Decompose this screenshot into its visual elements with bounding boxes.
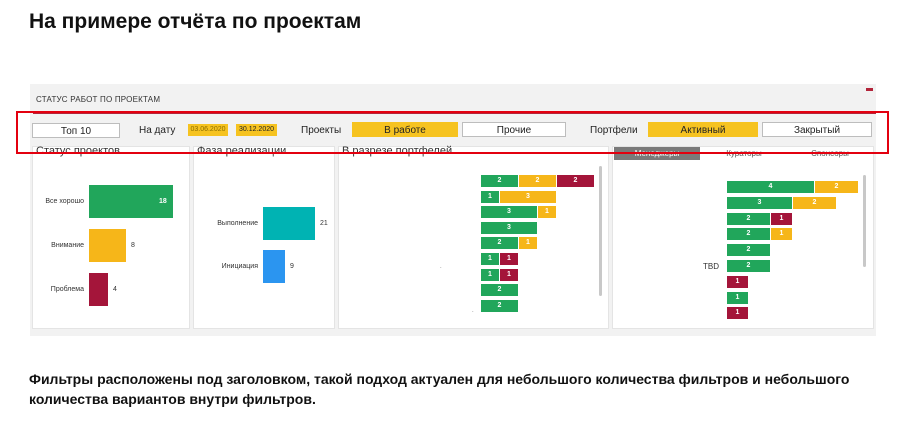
portfolio-segment: 1 (538, 206, 556, 219)
status-bar-value: 8 (131, 242, 135, 249)
portfolio-dot-mark-2: . (472, 308, 474, 314)
status-bar-label: Все хорошо (45, 198, 84, 205)
report-accent-mark (866, 88, 873, 91)
manager-segment: 2 (793, 196, 836, 209)
portfolio-segment: 1 (500, 268, 518, 281)
manager-segment: 3 (727, 196, 792, 209)
portfolio-segment: 1 (519, 237, 537, 250)
status-bar-label: Проблема (50, 286, 84, 293)
portfolio-segment: 1 (500, 253, 518, 265)
phase-bar (263, 207, 315, 240)
portfolio-scrollbar[interactable] (599, 166, 602, 296)
portfolio-segment: 2 (481, 175, 518, 187)
portfolio-segment: 2 (557, 175, 594, 187)
status-bar (89, 273, 108, 306)
manager-segment: 2 (727, 244, 770, 257)
manager-segment: 2 (727, 212, 770, 225)
status-bar-value: 4 (113, 286, 117, 293)
portfolio-segment: 3 (481, 221, 537, 234)
status-bar-label: Внимание (51, 242, 84, 249)
caption-text: Фильтры расположены под заголовком, тако… (29, 371, 850, 407)
manager-segment: 4 (727, 181, 814, 193)
portfolio-dot-mark: . (440, 264, 442, 270)
report-title: СТАТУС РАБОТ ПО ПРОЕКТАМ (36, 95, 161, 104)
portfolio-segment: 1 (481, 268, 499, 281)
tbd-label: TBD (703, 262, 719, 271)
portfolio-segment: 1 (481, 190, 499, 203)
portfolio-segment: 2 (519, 175, 556, 187)
manager-segment: 1 (727, 275, 748, 288)
phase-bar-value: 9 (290, 263, 294, 270)
portfolio-panel (338, 146, 609, 329)
status-bar-value: 18 (159, 198, 167, 205)
filters-highlight-frame (16, 111, 889, 154)
status-bar (89, 229, 126, 262)
manager-segment: 2 (727, 260, 770, 272)
portfolio-segment: 2 (481, 299, 518, 312)
manager-segment: 1 (727, 307, 748, 320)
managers-scrollbar[interactable] (863, 175, 866, 267)
portfolio-segment: 2 (481, 284, 518, 297)
portfolio-segment: 3 (500, 190, 556, 203)
portfolio-segment: 2 (481, 237, 518, 250)
manager-segment: 2 (815, 181, 858, 193)
manager-segment: 2 (727, 228, 770, 241)
page-heading: На примере отчёта по проектам (29, 10, 362, 33)
phase-bar-label: Инициация (221, 263, 258, 270)
portfolio-segment: 1 (481, 253, 499, 265)
phase-bar-value: 21 (320, 220, 328, 227)
manager-segment: 1 (727, 291, 748, 304)
portfolio-segment: 3 (481, 206, 537, 219)
manager-segment: 1 (771, 228, 792, 241)
phase-bar-label: Выполнение (217, 220, 258, 227)
manager-segment: 1 (771, 212, 792, 225)
phase-bar (263, 250, 285, 283)
